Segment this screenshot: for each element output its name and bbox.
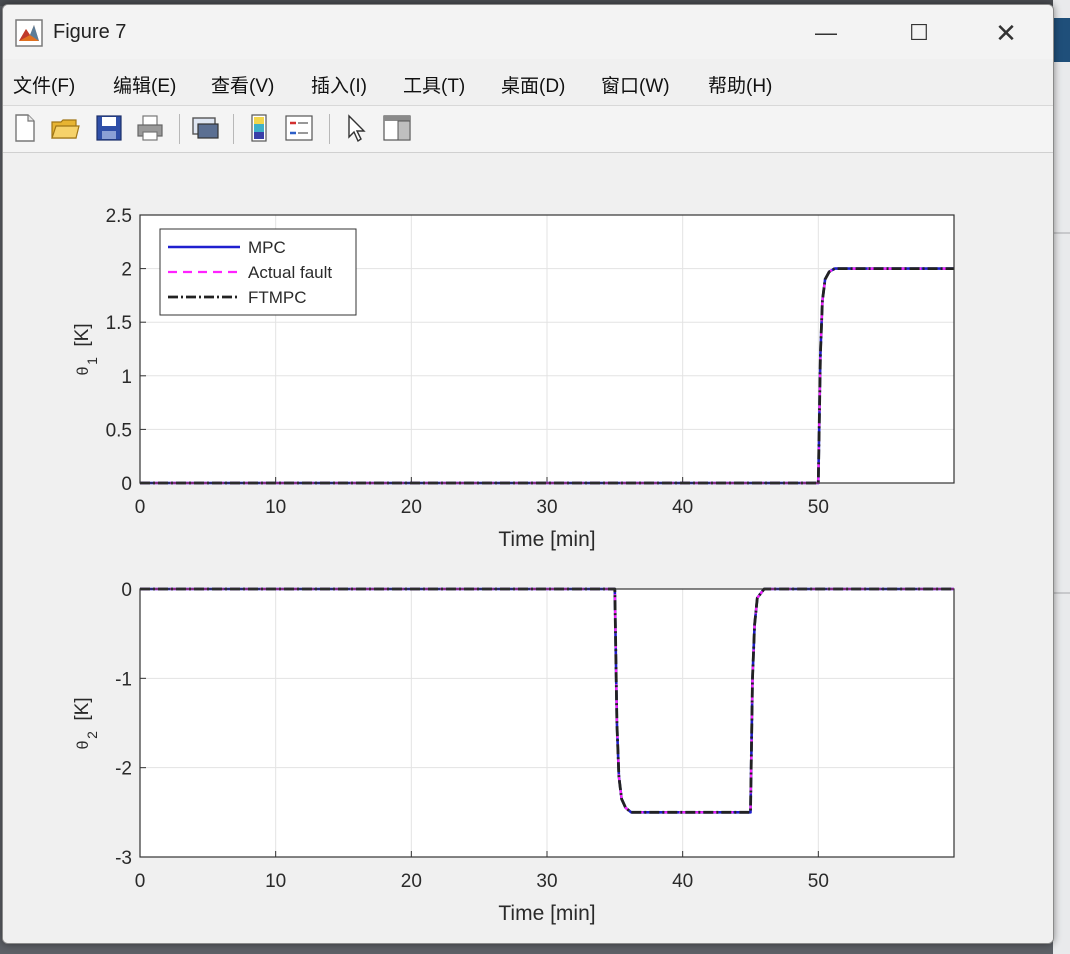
y-tick-label: -1: [115, 669, 132, 690]
y-axis-label: θ1 [K]: [72, 323, 100, 375]
menu-tools[interactable]: 工具(T): [403, 71, 465, 98]
y-tick-label: 0: [121, 580, 132, 601]
menu-file[interactable]: 文件(F): [13, 71, 75, 98]
minimize-button[interactable]: —: [803, 15, 849, 51]
background-divider: [1053, 592, 1070, 594]
legend: MPC Actual fault FTMPC: [159, 228, 357, 316]
y-axis-label-unit: [K]: [72, 697, 93, 720]
x-tick-label: 0: [135, 871, 146, 892]
insert-legend-icon[interactable]: [283, 112, 315, 144]
axes-2[interactable]: 0 10 20 30 40 50 0 -1 -2 -3 Time [min] θ2 [K]: [72, 580, 955, 925]
new-figure-icon[interactable]: [9, 112, 41, 144]
legend-label: MPC: [248, 238, 286, 257]
y-tick-label: 2.5: [106, 206, 132, 227]
toolbar: [3, 105, 1053, 153]
background-app-edge: [1053, 0, 1070, 954]
y-tick-label: 1: [121, 367, 132, 388]
background-divider: [1053, 232, 1070, 234]
x-tick-label: 40: [672, 497, 693, 518]
x-tick-label: 50: [808, 497, 829, 518]
menu-bar: 文件(F) 编辑(E) 查看(V) 插入(I) 工具(T) 桌面(D) 窗口(W…: [3, 63, 1053, 146]
x-tick-label: 20: [401, 497, 422, 518]
x-tick-label: 40: [672, 871, 693, 892]
x-tick-label: 10: [265, 497, 286, 518]
property-inspector-icon[interactable]: [381, 112, 413, 144]
x-tick-label: 20: [401, 871, 422, 892]
link-plot-icon[interactable]: [189, 112, 221, 144]
y-tick-label: 2: [121, 260, 132, 281]
menu-desktop[interactable]: 桌面(D): [501, 71, 565, 98]
open-file-icon[interactable]: [49, 112, 81, 144]
y-tick-label: -3: [115, 848, 132, 869]
x-tick-label: 0: [135, 497, 146, 518]
figure-window: Figure 7 — ☐ ✕ 文件(F) 编辑(E) 查看(V) 插入(I) 工…: [2, 4, 1054, 944]
x-axis-label: Time [min]: [498, 902, 595, 925]
legend-label: Actual fault: [248, 263, 332, 282]
y-axis-label: θ2 [K]: [72, 697, 100, 749]
y-axis-label-symbol: θ: [75, 740, 92, 749]
y-axis-label-subscript: 1: [84, 357, 100, 365]
toolbar-separator: [233, 114, 234, 144]
x-tick-label: 10: [265, 871, 286, 892]
maximize-button[interactable]: ☐: [896, 15, 942, 51]
toolbar-separator: [329, 114, 330, 144]
axes-1[interactable]: 0 10 20 30 40 5000.511.522.5Time [min]θ1[K]MP…: [72, 206, 955, 551]
legend-label: FTMPC: [248, 288, 307, 307]
insert-colorbar-icon[interactable]: [243, 112, 275, 144]
y-axis-label-unit: [K]: [72, 323, 93, 346]
x-tick-label: 30: [536, 871, 557, 892]
x-tick-label: 50: [808, 871, 829, 892]
x-tick-label: 30: [536, 497, 557, 518]
print-icon[interactable]: [134, 112, 166, 144]
x-axis-label: Time [min]: [498, 528, 595, 551]
menu-insert[interactable]: 插入(I): [311, 71, 367, 98]
background-app-accent: [1053, 18, 1070, 62]
y-tick-label: 1.5: [106, 313, 132, 334]
y-tick-label: 0.5: [106, 420, 132, 441]
y-axis-label-subscript: 2: [84, 731, 100, 739]
figure-canvas[interactable]: 0 10 20 30 40 50 0 0.5 1 1.5 2 2.5 Time [min] θ 1 [K] MP…: [3, 153, 1053, 943]
menu-help[interactable]: 帮助(H): [708, 71, 772, 98]
title-bar[interactable]: Figure 7 — ☐ ✕: [3, 5, 1053, 59]
y-axis-label-symbol: θ: [75, 366, 92, 375]
window-title: Figure 7: [53, 21, 127, 43]
y-tick-label: 0: [121, 474, 132, 495]
matlab-figure-icon: [15, 19, 43, 47]
figure-plot-svg: 0 10 20 30 40 5000.511.522.5Time [min]θ1[K]MP…: [72, 206, 955, 925]
y-tick-label: -2: [115, 759, 132, 780]
menu-view[interactable]: 查看(V): [211, 71, 274, 98]
edit-plot-pointer-icon[interactable]: [341, 112, 373, 144]
close-button[interactable]: ✕: [983, 15, 1029, 51]
save-icon[interactable]: [93, 112, 125, 144]
menu-window[interactable]: 窗口(W): [601, 71, 670, 98]
toolbar-separator: [179, 114, 180, 144]
menu-edit[interactable]: 编辑(E): [113, 71, 176, 98]
